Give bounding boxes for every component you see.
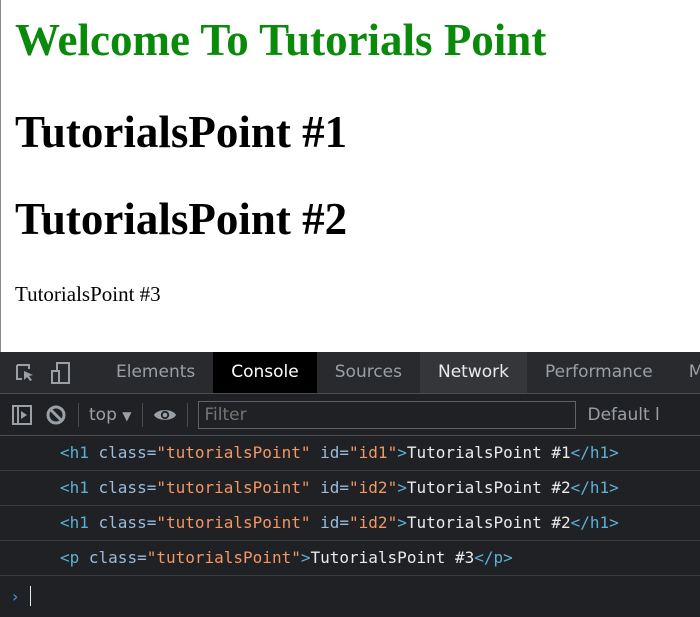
prompt-chevron-icon: › [12, 586, 19, 606]
welcome-heading: Welcome To Tutorials Point [15, 15, 547, 65]
live-expression-eye-icon[interactable] [153, 403, 177, 427]
heading-2: TutorialsPoint #2 [15, 194, 348, 244]
log-levels-dropdown[interactable]: Default l [588, 405, 660, 425]
heading-1: TutorialsPoint #1 [15, 107, 348, 157]
tab-memory[interactable]: Me [671, 352, 700, 393]
context-selector[interactable]: top ▼ [89, 405, 132, 425]
devtools-tab-bar: Elements Console Sources Network Perform… [0, 352, 700, 394]
divider [141, 402, 143, 427]
divider [78, 402, 79, 427]
context-label: top [89, 404, 117, 425]
console-log-row: <p class="tutorialsPoint">TutorialsPoint… [0, 541, 700, 576]
device-toolbar-icon[interactable] [50, 361, 72, 385]
console-toolbar: top ▼ Default l [0, 394, 700, 436]
console-log-row: <h1 class="tutorialsPoint" id="id1">Tuto… [0, 436, 700, 471]
dropdown-arrow-icon: ▼ [122, 408, 132, 423]
console-log-row: <h1 class="tutorialsPoint" id="id2">Tuto… [0, 471, 700, 506]
clear-console-icon[interactable] [44, 403, 68, 427]
filter-input[interactable] [197, 400, 576, 429]
sidebar-toggle-icon[interactable] [10, 403, 34, 427]
tab-console[interactable]: Console [213, 352, 317, 393]
console-prompt-input[interactable]: › [0, 576, 700, 616]
console-output: <h1 class="tutorialsPoint" id="id1">Tuto… [0, 436, 700, 616]
paragraph-3: TutorialsPoint #3 [15, 282, 161, 306]
divider [186, 402, 188, 427]
inspect-element-icon[interactable] [14, 361, 36, 385]
devtools-panel: Elements Console Sources Network Perform… [0, 352, 700, 617]
tab-network[interactable]: Network [420, 352, 527, 393]
rendered-page: Welcome To Tutorials Point TutorialsPoin… [0, 0, 700, 352]
tab-sources[interactable]: Sources [317, 352, 420, 393]
tab-elements[interactable]: Elements [98, 352, 213, 393]
text-caret [30, 586, 32, 606]
tab-performance[interactable]: Performance [527, 352, 671, 393]
console-log-row: <h1 class="tutorialsPoint" id="id2">Tuto… [0, 506, 700, 541]
